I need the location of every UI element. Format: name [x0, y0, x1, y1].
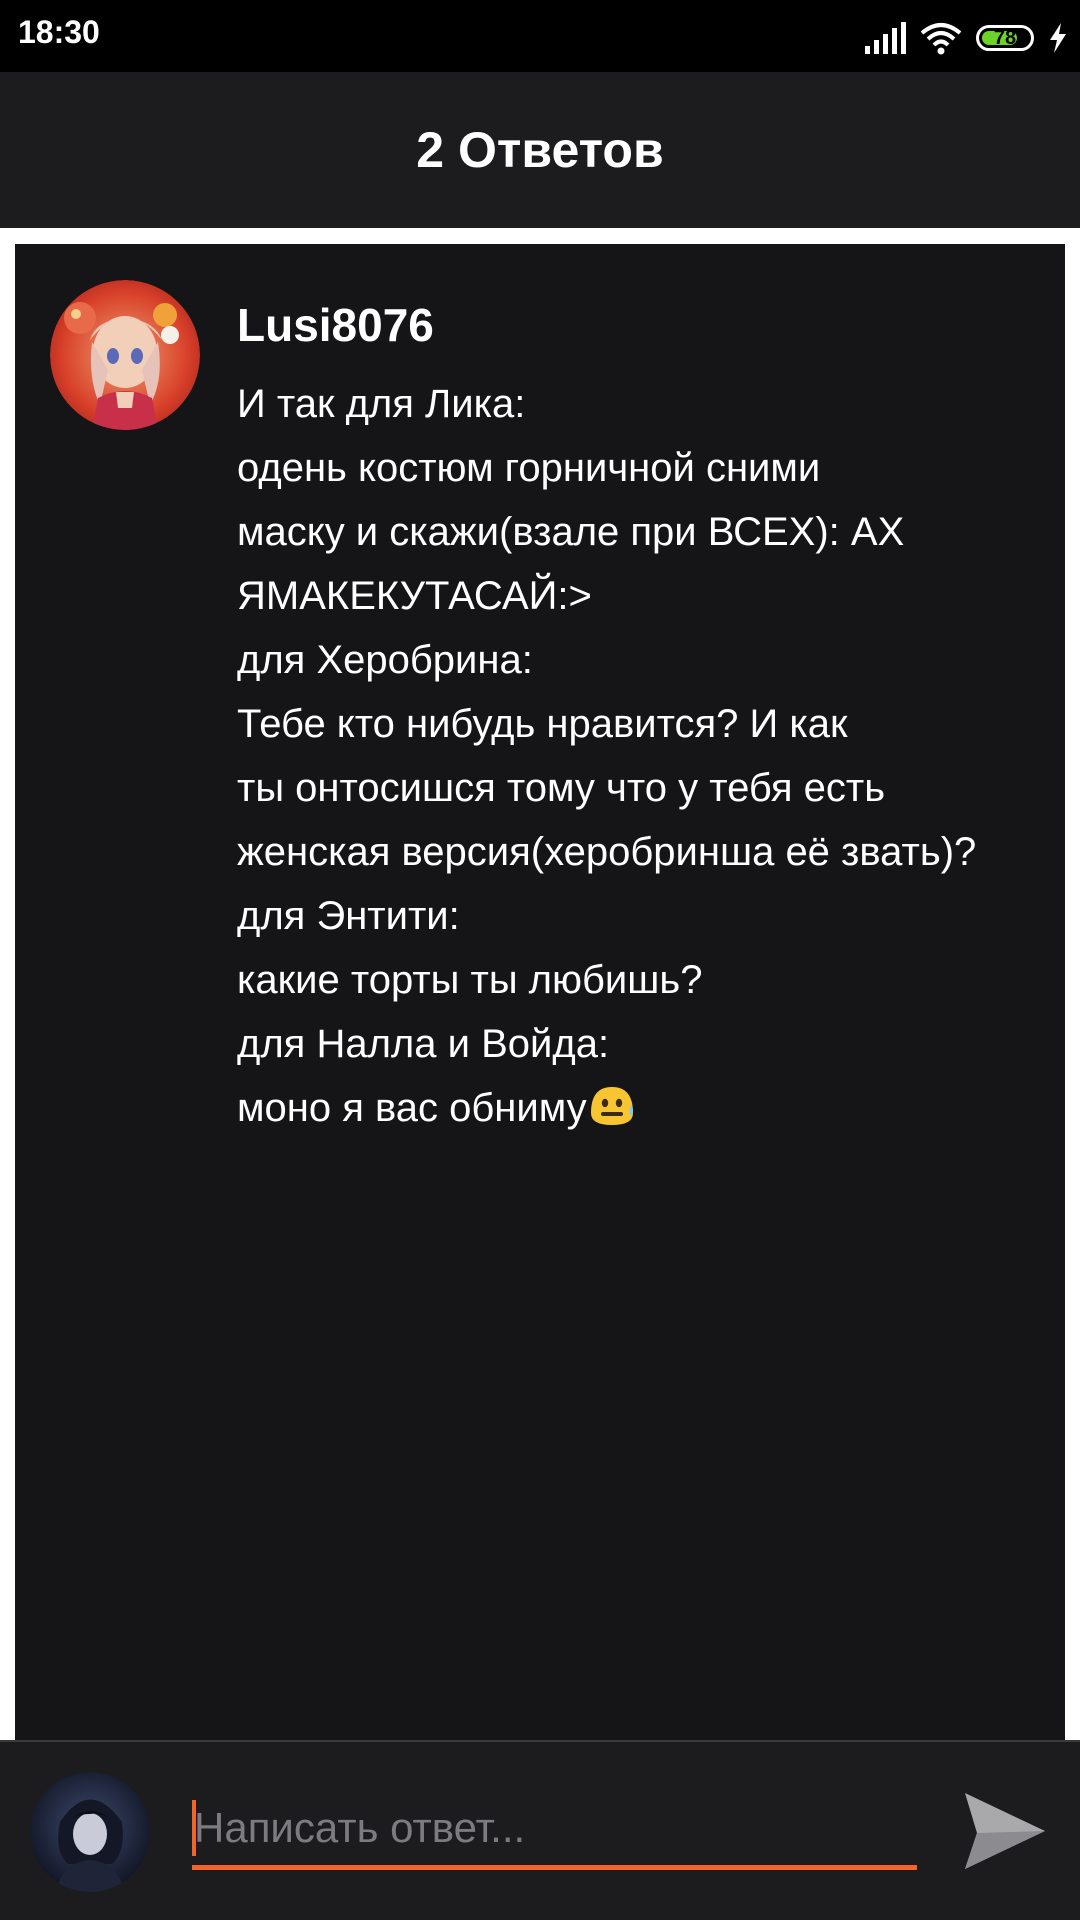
- page-title: 2 Ответов: [416, 122, 664, 178]
- message-line: Тебе кто нибудь нравится? И как: [237, 702, 848, 746]
- message-line-last: моно я вас обниму: [237, 1076, 1057, 1140]
- reply-input[interactable]: [192, 1790, 917, 1870]
- reply-bar: [0, 1740, 1080, 1920]
- text-caret: [192, 1800, 196, 1856]
- author-avatar[interactable]: [50, 280, 200, 430]
- charging-icon: [1050, 23, 1066, 53]
- signal-icon: [865, 22, 906, 54]
- message-body: И так для Лика: одень костюм горничной с…: [237, 372, 1057, 1140]
- grimacing-face-emoji: [590, 1087, 633, 1125]
- status-bar: 18:30 78: [0, 0, 1080, 72]
- current-user-avatar-image: [30, 1772, 150, 1892]
- screen: 18:30 78 2 Ответов Lusi8076 И так для Ли…: [0, 0, 1080, 1920]
- send-button[interactable]: [960, 1786, 1050, 1876]
- wifi-icon: [920, 23, 962, 55]
- message-line: женская версия(херобринша её звать)?: [237, 830, 977, 874]
- send-icon: [965, 1793, 1045, 1869]
- message-line: ты онтосишся тому что у тебя есть: [237, 766, 886, 810]
- message-line: какие торты ты любишь?: [237, 958, 703, 1002]
- battery-level: 78: [993, 26, 1017, 49]
- current-user-avatar[interactable]: [30, 1772, 150, 1892]
- author-avatar-image: [50, 280, 200, 430]
- message-line: для Налла и Войда:: [237, 1022, 610, 1066]
- status-icons: 78: [865, 18, 1068, 58]
- message-line: ЯМАКЕКУТАСАЙ:>: [237, 574, 592, 618]
- message-line-text: моно я вас обниму: [237, 1086, 587, 1130]
- message-line: для Энтити:: [237, 894, 460, 938]
- message-line: для Херобрина:: [237, 638, 533, 682]
- status-time: 18:30: [18, 14, 100, 50]
- message-line: одень костюм горничной сними: [237, 446, 821, 490]
- message-line: маску и скажи(взале при ВСЕХ): АХ: [237, 510, 905, 554]
- header: 2 Ответов: [0, 72, 1080, 228]
- author-name[interactable]: Lusi8076: [237, 298, 434, 352]
- battery-icon: 78: [976, 25, 1034, 51]
- message-line: И так для Лика:: [237, 382, 526, 426]
